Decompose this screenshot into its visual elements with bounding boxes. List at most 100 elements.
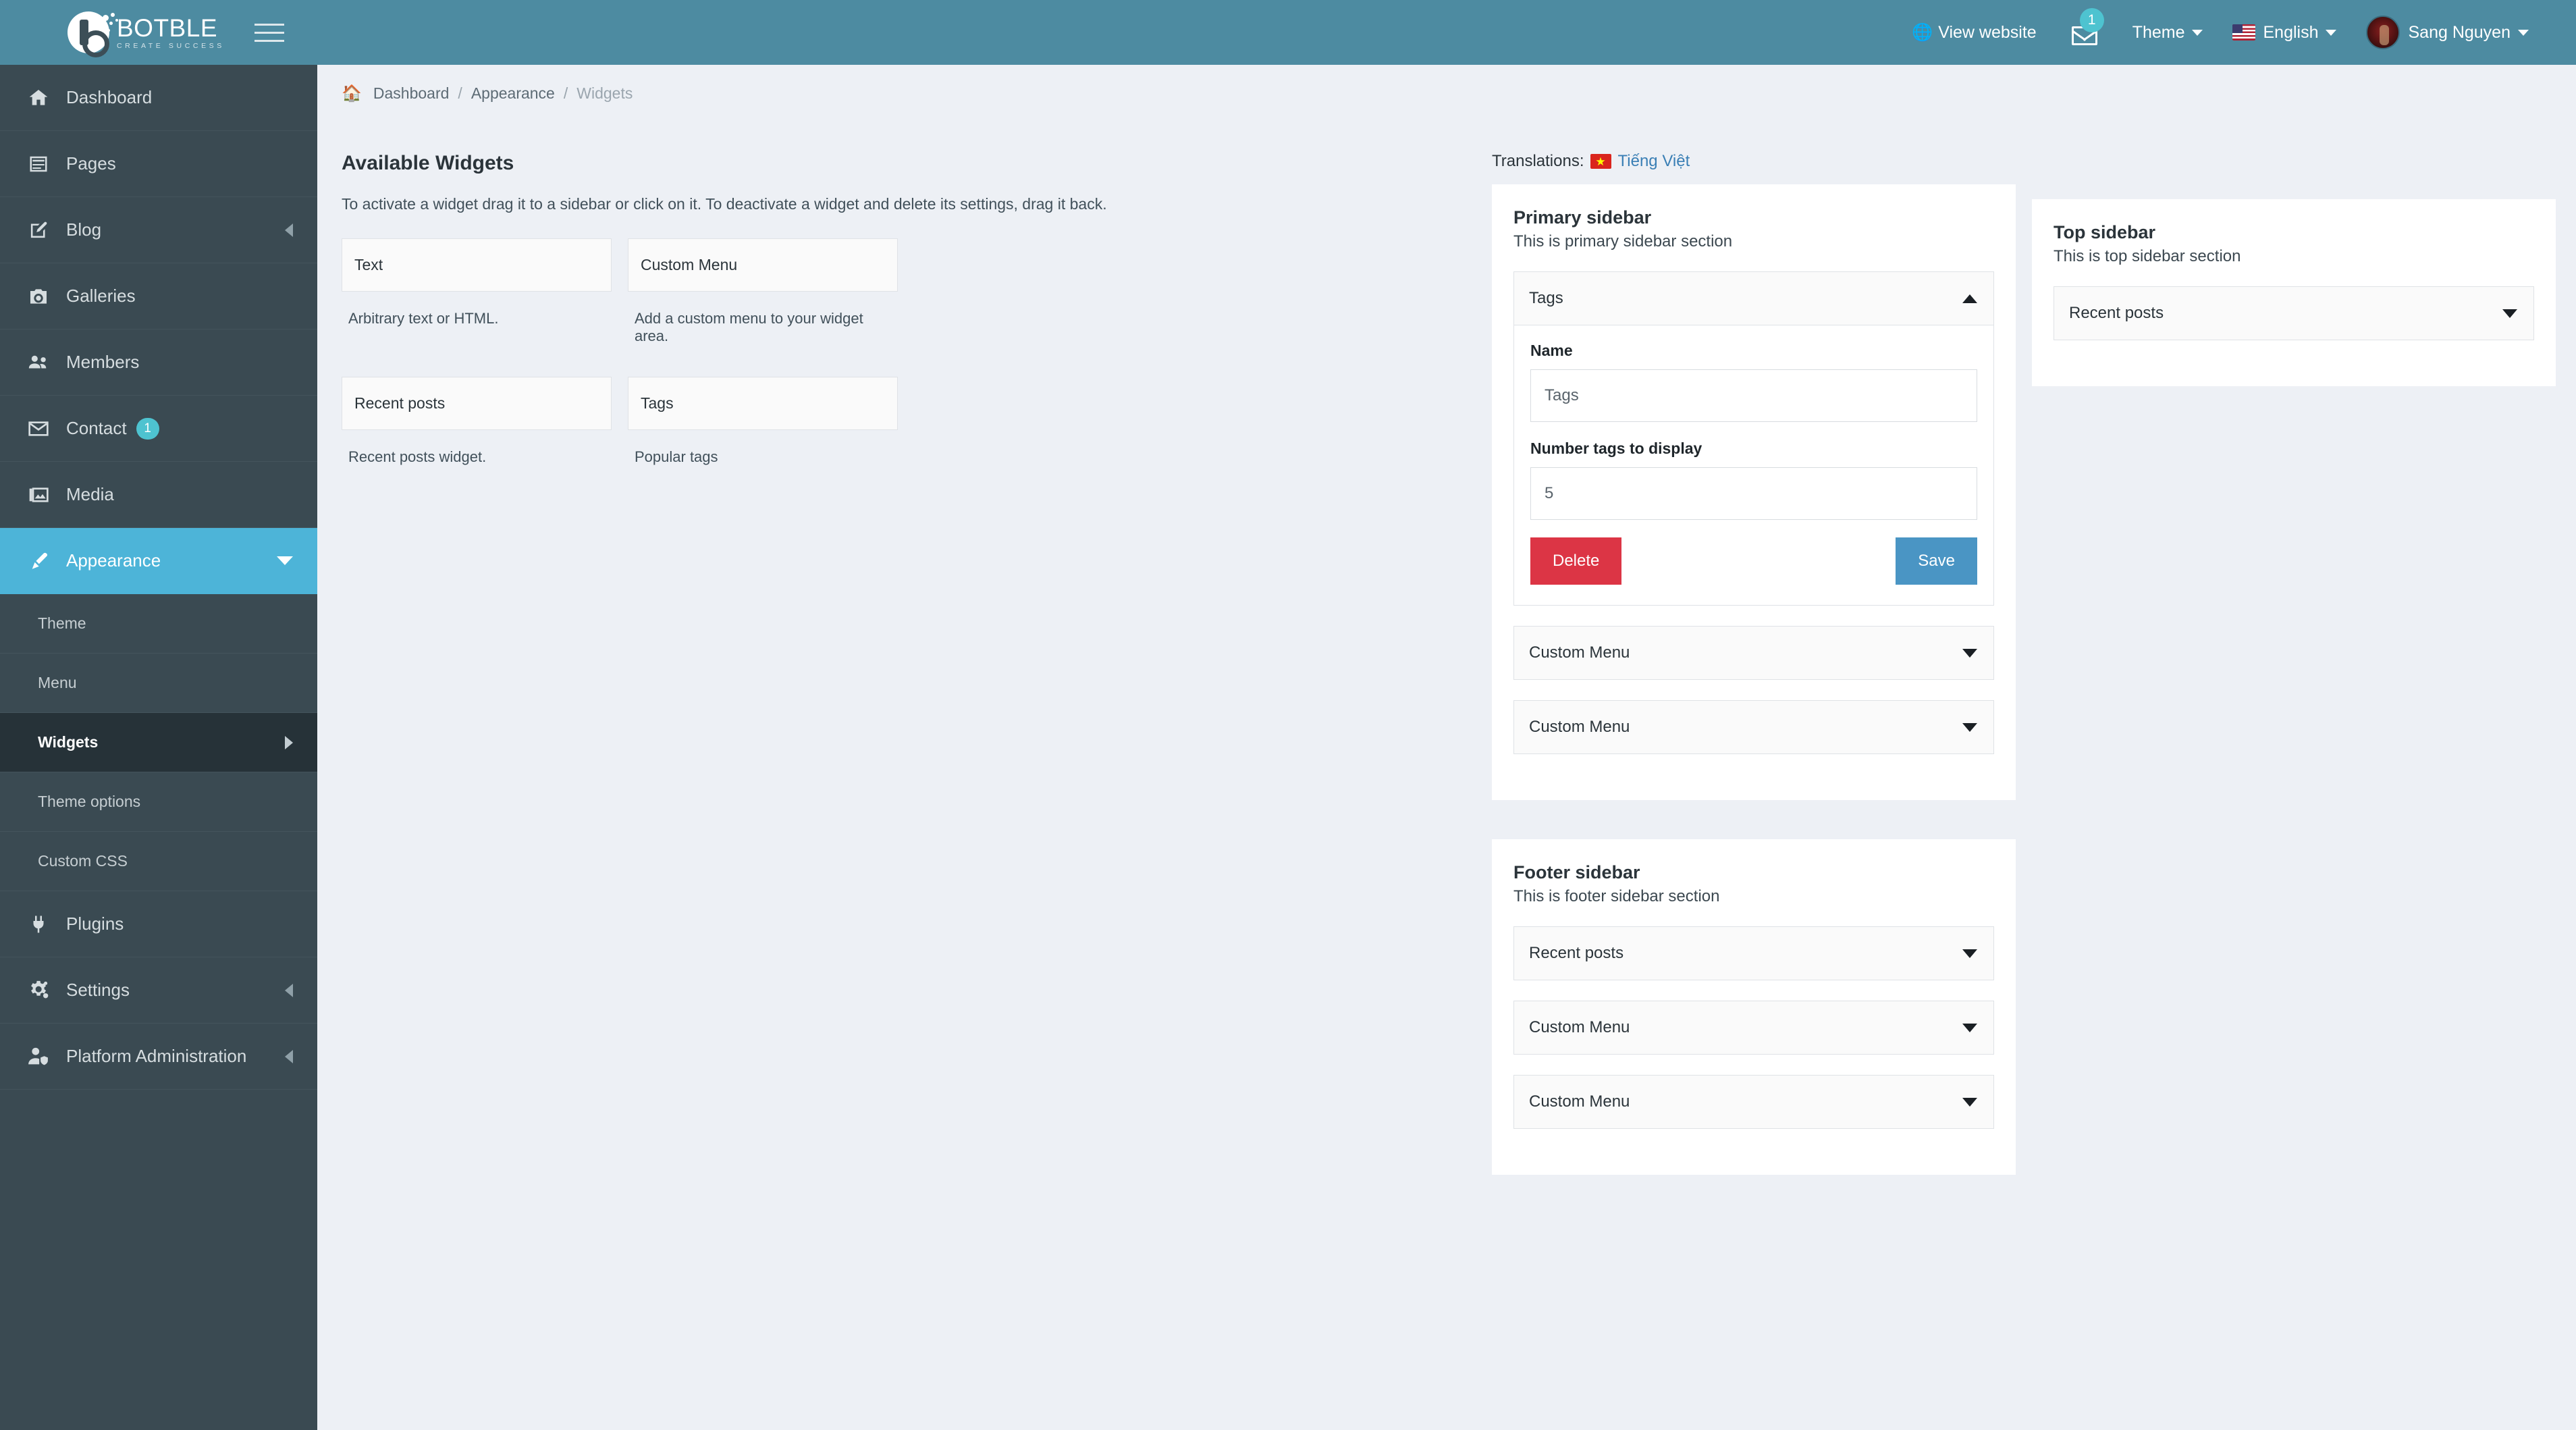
available-widgets-description: To activate a widget drag it to a sideba… — [342, 195, 1107, 213]
widget-slot-recent-posts: Recent posts — [1513, 926, 1994, 980]
chevron-down-icon — [1962, 1097, 1977, 1107]
widget-slot-header-custom-menu[interactable]: Custom Menu — [1513, 1075, 1994, 1129]
sidebar-item-blog[interactable]: Blog — [0, 197, 317, 263]
field-label-number-tags: Number tags to display — [1530, 440, 1702, 457]
sidebar-subitem-menu[interactable]: Menu — [0, 654, 317, 713]
sidebar-subitem-theme[interactable]: Theme — [0, 594, 317, 654]
sidebar-item-pages[interactable]: Pages — [0, 131, 317, 197]
widget-slot-header-recent-posts[interactable]: Recent posts — [2054, 286, 2534, 340]
widget-slot-header-custom-menu[interactable]: Custom Menu — [1513, 700, 1994, 754]
widget-slot-label: Custom Menu — [1529, 718, 1630, 736]
blog-pencil-icon — [23, 219, 54, 240]
translation-link-vietnamese[interactable]: Tiếng Việt — [1618, 152, 1690, 171]
breadcrumb-appearance[interactable]: Appearance — [471, 84, 555, 103]
chevron-left-icon — [285, 223, 293, 237]
users-icon — [23, 351, 54, 374]
brand-zone: BOTBLE CREATE SUCCESS — [0, 0, 317, 65]
widget-slot-label: Custom Menu — [1529, 1092, 1630, 1111]
sidebar-subitem-custom-css[interactable]: Custom CSS — [0, 832, 317, 891]
panel-footer-sidebar: Footer sidebar This is footer sidebar se… — [1492, 839, 2016, 1175]
widget-slot-label: Recent posts — [1529, 944, 1624, 962]
chevron-down-icon — [277, 556, 293, 565]
widget-slot-recent-posts: Recent posts — [2054, 286, 2534, 340]
theme-label: Theme — [2132, 22, 2185, 42]
user-shield-icon — [23, 1045, 54, 1068]
language-dropdown[interactable]: English — [2218, 0, 2351, 65]
notifications-button[interactable]: 1 — [2051, 0, 2118, 65]
camera-icon — [23, 286, 54, 307]
sidebar-item-galleries[interactable]: Galleries — [0, 263, 317, 329]
botble-logo[interactable]: BOTBLE CREATE SUCCESS — [68, 11, 225, 57]
sidebar-item-label: Settings — [66, 980, 130, 1000]
sidebar-item-label: Plugins — [66, 913, 124, 934]
panel-primary-sidebar: Primary sidebar This is primary sidebar … — [1492, 184, 2016, 800]
widget-card-tags[interactable]: Tags — [628, 377, 898, 430]
widget-card-custom-menu[interactable]: Custom Menu — [628, 238, 898, 292]
widget-slot-header-custom-menu[interactable]: Custom Menu — [1513, 1001, 1994, 1055]
available-widget-item: Text Arbitrary text or HTML. — [342, 238, 612, 377]
sidebar-item-label: Pages — [66, 153, 116, 174]
widget-card-description: Add a custom menu to your widget area. — [635, 310, 863, 344]
sidebar-subitem-label: Menu — [38, 674, 77, 691]
sidebar-item-settings[interactable]: Settings — [0, 957, 317, 1024]
language-label: English — [2263, 22, 2319, 42]
field-label-name: Name — [1530, 342, 1573, 359]
available-widgets-grid: Text Arbitrary text or HTML. Custom Menu… — [342, 238, 1469, 498]
widget-slot-custom-menu: Custom Menu — [1513, 700, 1994, 754]
widget-card-label: Custom Menu — [641, 256, 738, 273]
widget-slot-header-tags[interactable]: Tags — [1513, 271, 1994, 325]
main-content: 🏠 Dashboard / Appearance / Widgets Avail… — [317, 65, 2576, 1430]
widget-card-label: Text — [354, 256, 383, 273]
sidebar-item-label: Blog — [66, 219, 102, 240]
view-website-link[interactable]: 🌐 View website — [1897, 0, 2051, 65]
hamburger-menu-icon[interactable] — [254, 19, 284, 46]
chevron-left-icon — [285, 1049, 293, 1063]
sidebar-subitem-label: Theme — [38, 614, 86, 632]
sidebar-item-media[interactable]: Media — [0, 462, 317, 528]
tags-number-input[interactable] — [1530, 467, 1977, 520]
user-menu[interactable]: Sang Nguyen — [2351, 0, 2544, 65]
widget-slot-header-custom-menu[interactable]: Custom Menu — [1513, 626, 1994, 680]
panel-subtitle: This is primary sidebar section — [1513, 232, 1733, 250]
save-button[interactable]: Save — [1896, 537, 1977, 585]
widget-slot-label: Tags — [1529, 289, 1563, 307]
sidebar-item-platform-administration[interactable]: Platform Administration — [0, 1024, 317, 1090]
widget-card-label: Tags — [641, 394, 674, 412]
header-actions: 🌐 View website 1 Theme English Sang Nguy… — [1897, 0, 2576, 65]
avatar — [2366, 16, 2400, 49]
sidebar-item-plugins[interactable]: Plugins — [0, 891, 317, 957]
sidebar-item-contact[interactable]: Contact 1 — [0, 396, 317, 462]
sidebar-item-dashboard[interactable]: Dashboard — [0, 65, 317, 131]
widget-slot-header-recent-posts[interactable]: Recent posts — [1513, 926, 1994, 980]
tags-name-input[interactable] — [1530, 369, 1977, 422]
home-icon — [23, 87, 54, 109]
media-images-icon — [23, 484, 54, 506]
chevron-down-icon — [2326, 29, 2337, 36]
sidebar-subitem-widgets[interactable]: Widgets — [0, 713, 317, 772]
delete-button[interactable]: Delete — [1530, 537, 1622, 585]
paint-brush-icon — [23, 550, 54, 572]
chevron-down-icon — [2192, 29, 2203, 36]
widget-card-text[interactable]: Text — [342, 238, 612, 292]
widget-slot-label: Custom Menu — [1529, 1018, 1630, 1036]
brand-tagline: CREATE SUCCESS — [117, 41, 225, 50]
theme-dropdown[interactable]: Theme — [2118, 0, 2218, 65]
sidebar-item-members[interactable]: Members — [0, 329, 317, 396]
widget-card-description: Recent posts widget. — [348, 448, 487, 465]
envelope-icon — [23, 418, 54, 440]
panel-subtitle: This is footer sidebar section — [1513, 887, 1720, 905]
breadcrumb-dashboard[interactable]: Dashboard — [373, 84, 450, 103]
chevron-down-icon — [1962, 949, 1977, 958]
sidebar-subitem-label: Custom CSS — [38, 852, 128, 870]
chevron-down-icon — [1962, 648, 1977, 658]
sidebar-subitem-theme-options[interactable]: Theme options — [0, 772, 317, 832]
available-widget-item: Custom Menu Add a custom menu to your wi… — [628, 238, 898, 377]
plug-icon — [23, 914, 54, 934]
sidebar-item-appearance[interactable]: Appearance — [0, 528, 317, 594]
top-header-bar: BOTBLE CREATE SUCCESS 🌐 View website 1 T… — [0, 0, 2576, 65]
globe-icon: 🌐 — [1912, 22, 1933, 42]
sidebar-item-label: Dashboard — [66, 87, 153, 107]
widget-card-recent-posts[interactable]: Recent posts — [342, 377, 612, 430]
widget-card-description: Popular tags — [635, 448, 718, 465]
chevron-down-icon — [1962, 722, 1977, 732]
